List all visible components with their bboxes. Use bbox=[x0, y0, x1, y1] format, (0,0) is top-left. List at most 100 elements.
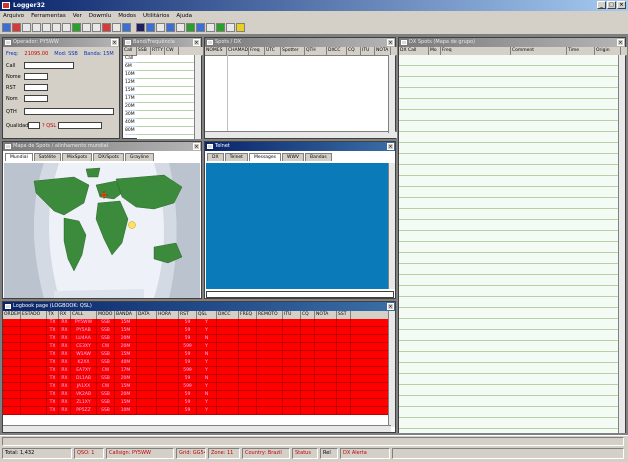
bandmap-scrollbar[interactable] bbox=[194, 55, 201, 139]
telnet-icon[interactable] bbox=[196, 23, 205, 32]
close-icon[interactable]: × bbox=[193, 143, 200, 150]
grid-icon[interactable] bbox=[82, 23, 91, 32]
radio-icon[interactable] bbox=[186, 23, 195, 32]
logbook-row[interactable]: TX RX JA1XX CW 15M 599 Y bbox=[3, 383, 391, 391]
close-icon[interactable]: × bbox=[387, 39, 394, 46]
tab-satelite[interactable]: Satélite bbox=[33, 153, 61, 161]
tab-telnet[interactable]: Telnet bbox=[224, 153, 248, 161]
close-icon[interactable]: × bbox=[617, 39, 624, 46]
logbook-column-header[interactable]: BANDA bbox=[115, 311, 137, 319]
band-item[interactable]: 6M bbox=[125, 63, 137, 71]
dx-vscrollbar[interactable] bbox=[388, 55, 395, 133]
logbook-column-header[interactable]: MODO bbox=[97, 311, 115, 319]
band-item[interactable]: 10M bbox=[125, 71, 137, 79]
tab-mundial[interactable]: Mundial bbox=[5, 153, 33, 161]
search-icon[interactable] bbox=[72, 23, 81, 32]
call-input[interactable] bbox=[24, 62, 74, 69]
logbook-column-header[interactable]: DXCC bbox=[217, 311, 239, 319]
band-item[interactable]: 40M bbox=[125, 119, 137, 127]
band-item[interactable]: 15M bbox=[125, 87, 137, 95]
minimize-button[interactable]: _ bbox=[597, 1, 606, 9]
band-item[interactable]: 12M bbox=[125, 79, 137, 87]
logbook-vscrollbar[interactable] bbox=[388, 311, 395, 427]
logbook-column-header[interactable]: ITU bbox=[283, 311, 301, 319]
band-item[interactable]: 30M bbox=[125, 111, 137, 119]
menu-ver[interactable]: Ver bbox=[73, 13, 82, 19]
band-item[interactable]: Call bbox=[125, 55, 137, 63]
telnet-command-input[interactable] bbox=[206, 291, 394, 298]
globe-icon[interactable] bbox=[122, 23, 131, 32]
close-button[interactable]: × bbox=[617, 1, 626, 9]
tab-wwv[interactable]: WWV bbox=[282, 153, 305, 161]
print-icon[interactable] bbox=[32, 23, 41, 32]
settings-icon[interactable] bbox=[226, 23, 235, 32]
logbook-row[interactable]: TX RX PP5ZZ SSB 10M 59 Y bbox=[3, 407, 391, 415]
paste-icon[interactable] bbox=[62, 23, 71, 32]
menu-dowmlu[interactable]: Dowmlu bbox=[89, 13, 111, 19]
list-icon[interactable] bbox=[92, 23, 101, 32]
log-icon[interactable] bbox=[176, 23, 185, 32]
menu-ferramentas[interactable]: Ferramentas bbox=[31, 13, 66, 19]
cascade-icon[interactable] bbox=[156, 23, 165, 32]
tab-messages[interactable]: Messages bbox=[248, 153, 282, 161]
rst-input[interactable] bbox=[24, 84, 48, 91]
tab-bandas[interactable]: Bandas bbox=[305, 153, 332, 161]
close-icon[interactable]: × bbox=[387, 303, 394, 310]
logbook-column-header[interactable]: ORDEM bbox=[3, 311, 21, 319]
menu-ajuda[interactable]: Ajuda bbox=[176, 13, 192, 19]
copy-icon[interactable] bbox=[52, 23, 61, 32]
logbook-row[interactable]: TX RX EA7XY CW 17M 599 Y bbox=[3, 367, 391, 375]
logbook-row[interactable]: TX RX K2XX SSB 40M 59 Y bbox=[3, 359, 391, 367]
band-item[interactable]: 20M bbox=[125, 103, 137, 111]
world-map[interactable] bbox=[4, 163, 200, 298]
window-icon[interactable] bbox=[136, 23, 145, 32]
logbook-column-header[interactable]: HORA bbox=[157, 311, 179, 319]
nom-input[interactable] bbox=[24, 95, 48, 102]
logbook-column-header[interactable]: QSL bbox=[197, 311, 217, 319]
logbook-column-header[interactable]: DATA bbox=[137, 311, 157, 319]
logbook-row[interactable]: TX RX W1AW SSB 15M 59 N bbox=[3, 351, 391, 359]
name-input[interactable] bbox=[24, 73, 48, 80]
close-icon[interactable]: × bbox=[111, 39, 118, 46]
logbook-column-header[interactable]: SST bbox=[337, 311, 351, 319]
menu-arquivo[interactable]: Arquivo bbox=[3, 13, 24, 19]
logbook-column-header[interactable]: ESTADO bbox=[21, 311, 47, 319]
cut-icon[interactable] bbox=[42, 23, 51, 32]
menu-modos[interactable]: Modos bbox=[118, 13, 136, 19]
logbook-column-header[interactable]: TX bbox=[47, 311, 59, 319]
help-icon[interactable] bbox=[236, 23, 245, 32]
logbook-row[interactable]: TX RX PY5WW SSB 15M 59 Y bbox=[3, 319, 391, 327]
tab-dxspots[interactable]: DX/Spots bbox=[93, 153, 124, 161]
telnet-output[interactable] bbox=[206, 163, 389, 289]
logbook-row[interactable]: TX RX LU4AA SSB 20M 59 N bbox=[3, 335, 391, 343]
logbook-hscrollbar[interactable] bbox=[3, 425, 391, 432]
logbook-column-header[interactable]: RST bbox=[179, 311, 197, 319]
band-item[interactable]: 17M bbox=[125, 95, 137, 103]
logbook-column-header[interactable]: CALL bbox=[71, 311, 97, 319]
logbook-row[interactable]: TX RX PY5AB SSB 15M 59 Y bbox=[3, 327, 391, 335]
logbook-column-header[interactable]: REMOTO bbox=[257, 311, 283, 319]
tab-dx[interactable]: DX bbox=[207, 153, 224, 161]
close-icon[interactable]: × bbox=[387, 143, 394, 150]
logbook-row[interactable]: TX RX DL1AB SSB 20M 59 N bbox=[3, 375, 391, 383]
save-icon[interactable] bbox=[22, 23, 31, 32]
tab-grayline[interactable]: Grayline bbox=[124, 153, 154, 161]
new-icon[interactable] bbox=[2, 23, 11, 32]
band-item[interactable]: 80M bbox=[125, 127, 137, 135]
dx-spots-scrollbar[interactable] bbox=[618, 55, 625, 433]
maximize-button[interactable]: □ bbox=[607, 1, 616, 9]
logbook-row[interactable]: TX RX VK2AB SSB 20M 59 N bbox=[3, 391, 391, 399]
band-icon[interactable] bbox=[206, 23, 215, 32]
logbook-column-header[interactable]: RX bbox=[59, 311, 71, 319]
tile-icon[interactable] bbox=[146, 23, 155, 32]
filter-icon[interactable] bbox=[112, 23, 121, 32]
telnet-scrollbar[interactable] bbox=[388, 163, 395, 289]
quality-input[interactable] bbox=[28, 122, 40, 129]
logbook-row[interactable]: TX RX ZL1XY SSB 15M 59 Y bbox=[3, 399, 391, 407]
open-icon[interactable] bbox=[12, 23, 21, 32]
close-icon[interactable]: × bbox=[193, 39, 200, 46]
map-icon[interactable] bbox=[166, 23, 175, 32]
logbook-column-header[interactable]: NOTA bbox=[315, 311, 337, 319]
logbook-row[interactable]: TX RX CE3XY CW 20M 599 Y bbox=[3, 343, 391, 351]
logbook-column-header[interactable]: CQ bbox=[301, 311, 315, 319]
